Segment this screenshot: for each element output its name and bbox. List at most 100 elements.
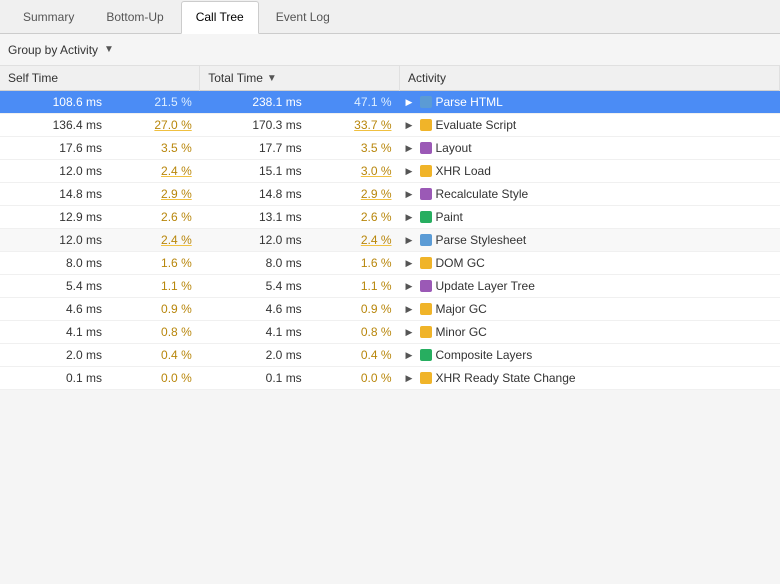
group-by-label: Group by Activity bbox=[8, 43, 98, 57]
self-time-pct: 1.6 % bbox=[110, 252, 200, 275]
self-time-pct: 0.8 % bbox=[110, 321, 200, 344]
total-time-pct: 2.6 % bbox=[310, 206, 400, 229]
expand-arrow-icon[interactable]: ▶ bbox=[406, 373, 416, 384]
total-time-pct: 0.4 % bbox=[310, 344, 400, 367]
table-row[interactable]: 2.0 ms0.4 %2.0 ms0.4 %▶Composite Layers bbox=[0, 344, 780, 367]
tab-bottom-up[interactable]: Bottom-Up bbox=[91, 0, 178, 33]
activity-color-icon bbox=[420, 96, 432, 108]
activity-color-icon bbox=[420, 303, 432, 315]
self-time-pct: 0.4 % bbox=[110, 344, 200, 367]
activity-color-icon bbox=[420, 142, 432, 154]
call-tree-table: Self Time Total Time ▼ Activity 108.6 ms… bbox=[0, 66, 780, 390]
expand-arrow-icon[interactable]: ▶ bbox=[406, 143, 416, 154]
table-row[interactable]: 14.8 ms2.9 %14.8 ms2.9 %▶Recalculate Sty… bbox=[0, 183, 780, 206]
table-row[interactable]: 4.1 ms0.8 %4.1 ms0.8 %▶Minor GC bbox=[0, 321, 780, 344]
total-time-pct: 1.6 % bbox=[310, 252, 400, 275]
self-time-value: 8.0 ms bbox=[0, 252, 110, 275]
self-time-pct: 2.4 % bbox=[110, 160, 200, 183]
total-time-value: 15.1 ms bbox=[200, 160, 310, 183]
self-time-value: 5.4 ms bbox=[0, 275, 110, 298]
self-time-value: 4.1 ms bbox=[0, 321, 110, 344]
total-time-pct: 0.0 % bbox=[310, 367, 400, 390]
activity-name-label: Update Layer Tree bbox=[436, 279, 535, 293]
total-time-value: 170.3 ms bbox=[200, 114, 310, 137]
self-time-value: 12.9 ms bbox=[0, 206, 110, 229]
total-time-value: 5.4 ms bbox=[200, 275, 310, 298]
expand-arrow-icon[interactable]: ▶ bbox=[406, 327, 416, 338]
total-time-pct: 2.9 % bbox=[310, 183, 400, 206]
activity-cell: ▶ Evaluate Script bbox=[400, 114, 780, 136]
self-time-pct: 3.5 % bbox=[110, 137, 200, 160]
table-row[interactable]: 136.4 ms27.0 %170.3 ms33.7 %▶Evaluate Sc… bbox=[0, 114, 780, 137]
total-time-pct: 3.5 % bbox=[310, 137, 400, 160]
activity-cell: ▶ Composite Layers bbox=[400, 344, 780, 366]
col-header-self-time[interactable]: Self Time bbox=[0, 66, 200, 91]
expand-arrow-icon[interactable]: ▶ bbox=[406, 258, 416, 269]
self-time-value: 17.6 ms bbox=[0, 137, 110, 160]
total-time-value: 4.6 ms bbox=[200, 298, 310, 321]
table-row[interactable]: 4.6 ms0.9 %4.6 ms0.9 %▶Major GC bbox=[0, 298, 780, 321]
activity-cell: ▶ Update Layer Tree bbox=[400, 275, 780, 297]
tab-call-tree[interactable]: Call Tree bbox=[181, 1, 259, 34]
activity-name-label: Major GC bbox=[436, 302, 487, 316]
activity-name-label: Parse Stylesheet bbox=[436, 233, 527, 247]
table-row[interactable]: 12.0 ms2.4 %12.0 ms2.4 %▶Parse Styleshee… bbox=[0, 229, 780, 252]
expand-arrow-icon[interactable]: ▶ bbox=[406, 304, 416, 315]
table-row[interactable]: 0.1 ms0.0 %0.1 ms0.0 %▶XHR Ready State C… bbox=[0, 367, 780, 390]
activity-name-label: Minor GC bbox=[436, 325, 487, 339]
expand-arrow-icon[interactable]: ▶ bbox=[406, 97, 416, 108]
tab-summary[interactable]: Summary bbox=[8, 0, 89, 33]
self-time-value: 2.0 ms bbox=[0, 344, 110, 367]
col-header-total-time[interactable]: Total Time ▼ bbox=[200, 66, 400, 91]
activity-name-label: Evaluate Script bbox=[436, 118, 517, 132]
expand-arrow-icon[interactable]: ▶ bbox=[406, 166, 416, 177]
total-time-value: 17.7 ms bbox=[200, 137, 310, 160]
expand-arrow-icon[interactable]: ▶ bbox=[406, 350, 416, 361]
self-time-pct: 0.0 % bbox=[110, 367, 200, 390]
activity-color-icon bbox=[420, 234, 432, 246]
total-time-value: 2.0 ms bbox=[200, 344, 310, 367]
expand-arrow-icon[interactable]: ▶ bbox=[406, 189, 416, 200]
self-time-value: 14.8 ms bbox=[0, 183, 110, 206]
activity-name-label: XHR Ready State Change bbox=[436, 371, 576, 385]
self-time-pct: 0.9 % bbox=[110, 298, 200, 321]
expand-arrow-icon[interactable]: ▶ bbox=[406, 235, 416, 246]
expand-arrow-icon[interactable]: ▶ bbox=[406, 212, 416, 223]
activity-cell: ▶ Minor GC bbox=[400, 321, 780, 343]
total-time-pct: 2.4 % bbox=[310, 229, 400, 252]
table-row[interactable]: 12.0 ms2.4 %15.1 ms3.0 %▶XHR Load bbox=[0, 160, 780, 183]
total-time-value: 14.8 ms bbox=[200, 183, 310, 206]
table-row[interactable]: 8.0 ms1.6 %8.0 ms1.6 %▶DOM GC bbox=[0, 252, 780, 275]
tab-event-log[interactable]: Event Log bbox=[261, 0, 345, 33]
expand-arrow-icon[interactable]: ▶ bbox=[406, 120, 416, 131]
self-time-pct: 2.9 % bbox=[110, 183, 200, 206]
activity-cell: ▶Parse HTML bbox=[400, 91, 780, 113]
activity-color-icon bbox=[420, 165, 432, 177]
total-time-pct: 3.0 % bbox=[310, 160, 400, 183]
total-time-value: 4.1 ms bbox=[200, 321, 310, 344]
activity-name-label: DOM GC bbox=[436, 256, 485, 270]
self-time-pct: 2.4 % bbox=[110, 229, 200, 252]
activity-cell: ▶Paint bbox=[400, 206, 780, 228]
group-by-dropdown-arrow[interactable]: ▼ bbox=[104, 44, 114, 55]
col-header-activity[interactable]: Activity bbox=[400, 66, 780, 91]
table-row[interactable]: 12.9 ms2.6 %13.1 ms2.6 %▶Paint bbox=[0, 206, 780, 229]
total-time-pct: 1.1 % bbox=[310, 275, 400, 298]
sort-arrow-icon: ▼ bbox=[267, 73, 277, 84]
table-row[interactable]: 5.4 ms1.1 %5.4 ms1.1 %▶Update Layer Tree bbox=[0, 275, 780, 298]
activity-color-icon bbox=[420, 188, 432, 200]
activity-cell: ▶Recalculate Style bbox=[400, 183, 780, 205]
expand-arrow-icon[interactable]: ▶ bbox=[406, 281, 416, 292]
total-time-pct: 0.8 % bbox=[310, 321, 400, 344]
activity-cell: ▶ Parse Stylesheet bbox=[400, 229, 780, 251]
activity-cell: ▶ XHR Ready State Change bbox=[400, 367, 780, 389]
activity-color-icon bbox=[420, 280, 432, 292]
activity-color-icon bbox=[420, 257, 432, 269]
table-row[interactable]: 17.6 ms3.5 %17.7 ms3.5 %▶Layout bbox=[0, 137, 780, 160]
data-table-wrapper: Self Time Total Time ▼ Activity 108.6 ms… bbox=[0, 66, 780, 390]
table-row[interactable]: 108.6 ms21.5 %238.1 ms47.1 %▶Parse HTML bbox=[0, 91, 780, 114]
activity-cell: ▶ Major GC bbox=[400, 298, 780, 320]
self-time-value: 108.6 ms bbox=[0, 91, 110, 114]
activity-cell: ▶Layout bbox=[400, 137, 780, 159]
activity-name-label: Composite Layers bbox=[436, 348, 533, 362]
